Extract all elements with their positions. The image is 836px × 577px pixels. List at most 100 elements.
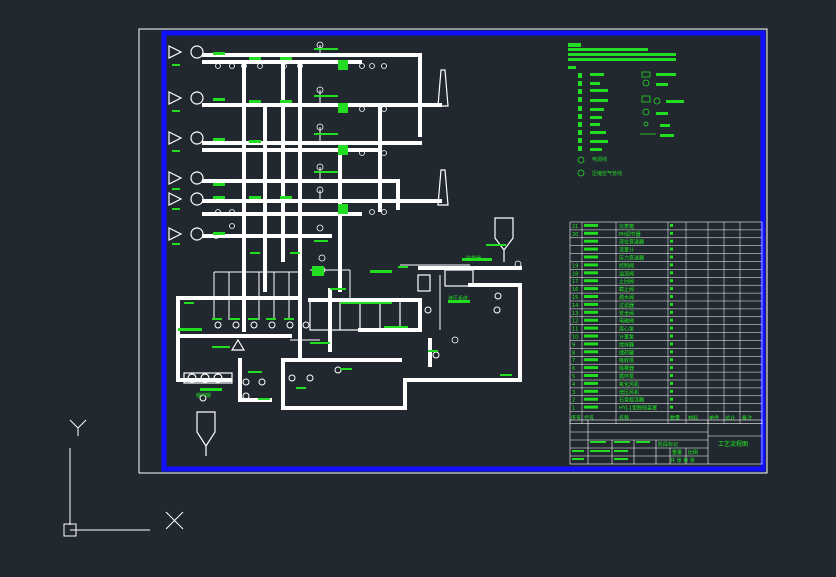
table-cell-name: 疏水阀: [619, 294, 634, 301]
table-cell-name: 增压风机: [619, 389, 639, 396]
table-cell-code: [584, 318, 598, 322]
table-cell-code: [584, 389, 598, 393]
table-cell-qty: [670, 255, 673, 259]
table-cell-code: [584, 223, 598, 227]
table-cell-qty: [670, 247, 673, 251]
table-cell-no: 17: [572, 279, 578, 285]
chimney-stacks: [437, 69, 449, 206]
table-cell-name: 仪表箱: [619, 223, 634, 230]
title-block-marks: [572, 441, 650, 460]
table-cell-name: 流量计: [619, 247, 634, 254]
table-cell-qty: [670, 287, 673, 291]
pipe-network: [176, 53, 522, 410]
table-cell-no: 19: [572, 263, 578, 269]
table-cell-name: 截止阀: [619, 286, 634, 293]
table-cell-code: [584, 295, 598, 298]
table-cell-name: HYJ-1型脱硫装置: [619, 405, 657, 412]
table-header-cell: 总计: [725, 415, 735, 422]
table-cell-no: 2: [572, 398, 575, 404]
table-header-cell: 单件: [709, 415, 719, 422]
separator-label: 液压系统: [448, 295, 468, 302]
title-col-c: 比例: [688, 449, 698, 456]
table-cell-qty: [670, 310, 673, 314]
table-cell-code: [584, 302, 598, 306]
tank-label: 缓冲罐: [196, 392, 211, 399]
title-col-a: 阶段标记: [658, 441, 678, 448]
table-cell-qty: [670, 374, 673, 377]
cad-drawing-canvas[interactable]: 除雾器 液压系统 缓冲罐 电源线 压缩空气管线 21 仪表箱20 PH调节器液位…: [0, 0, 836, 577]
title-sheet: 共 张 第 张: [670, 457, 695, 464]
table-cell-code: [584, 374, 598, 377]
table-cell-no: 11: [572, 327, 578, 333]
legend: 电源线 压缩空气管线: [577, 71, 684, 177]
title-col-b: 重量: [672, 449, 682, 456]
table-cell-qty: [670, 342, 673, 346]
table-cell-qty: [670, 302, 673, 306]
table-cell-code: [584, 287, 598, 291]
table-cell-name: 氧化风机: [619, 381, 639, 388]
table-cell-name: 压力变送器: [619, 255, 644, 262]
table-cell-name: 溢流阀: [619, 270, 634, 277]
table-cell-code: [584, 334, 598, 338]
table-cell-qty: [670, 239, 673, 243]
table-cell-no: 20: [572, 232, 578, 238]
table-cell-no: 9: [572, 342, 575, 348]
table-cell-name: 离心泵: [619, 326, 634, 333]
table-cell-name: 储药罐: [619, 349, 634, 356]
table-cell-no: 12: [572, 319, 578, 325]
table-cell-name: 安全阀: [619, 310, 634, 317]
table-cell-name: 搅拌器: [619, 341, 634, 348]
table-cell-code: [584, 231, 598, 235]
table-cell-qty: [670, 326, 673, 330]
table-cell-no: 14: [572, 303, 578, 309]
table-cell-no: 15: [572, 295, 578, 301]
table-cell-no: 10: [572, 335, 578, 341]
table-cell-name: 吸收塔: [619, 357, 634, 364]
drawing-name: 工艺流程图: [718, 440, 748, 448]
table-header-cell: 备注: [742, 415, 752, 422]
table-cell-qty: [670, 318, 673, 322]
table-cell-name: PH调节器: [619, 231, 641, 238]
table-cell-no: 4: [572, 382, 575, 388]
table-cell-no: 13: [572, 311, 578, 317]
table-cell-no: 16: [572, 287, 578, 293]
table-header-cell: 代号: [584, 415, 594, 422]
table-cell-qty: [670, 271, 673, 275]
table-cell-code: [584, 397, 598, 401]
fan-row: [168, 45, 204, 241]
table-cell-code: [584, 271, 598, 275]
table-cell-name: 循环泵: [619, 373, 634, 380]
table-cell-no: 21: [572, 224, 578, 230]
table-cell-name: 液位变送器: [619, 239, 644, 246]
table-header-cell: 名称: [619, 415, 629, 422]
silo-label: 除雾器: [466, 255, 481, 262]
table-header-cell: 材料: [688, 415, 698, 422]
legend-item-b: 压缩空气管线: [592, 170, 622, 177]
table-cell-no: 8: [572, 350, 575, 356]
table-cell-code: [584, 381, 598, 385]
table-cell-name: 电磁阀: [619, 318, 634, 325]
table-cell-code: [584, 350, 598, 354]
table-cell-name: 石膏旋流器: [619, 397, 644, 404]
table-cell-code: [584, 239, 598, 243]
table-cell-code: [584, 405, 598, 409]
table-cell-no: 1: [572, 406, 575, 412]
table-cell-no: 18: [572, 271, 578, 277]
table-cell-code: [584, 263, 598, 267]
table-cell-name: 止回阀: [619, 278, 634, 285]
table-cell-qty: [670, 405, 673, 409]
table-cell-name: 控制阀: [619, 262, 634, 269]
notes-block: [568, 43, 676, 69]
table-cell-qty: [670, 231, 673, 235]
table-cell-code: [584, 358, 598, 362]
table-cell-code: [584, 255, 598, 259]
table-cell-no: 5: [572, 374, 575, 380]
parts-table: 21 仪表箱20 PH调节器液位变送器流量计压力变送器19 控制阀18 溢流阀17 止回阀…: [569, 221, 763, 424]
table-cell-name: 除雾器: [619, 365, 634, 372]
table-cell-code: [584, 279, 598, 283]
table-cell-qty: [670, 350, 673, 354]
table-cell-name: 过滤器: [619, 302, 634, 309]
table-cell-qty: [670, 334, 673, 338]
table-cell-no: 6: [572, 366, 575, 372]
table-cell-name: 计量泵: [619, 334, 634, 341]
